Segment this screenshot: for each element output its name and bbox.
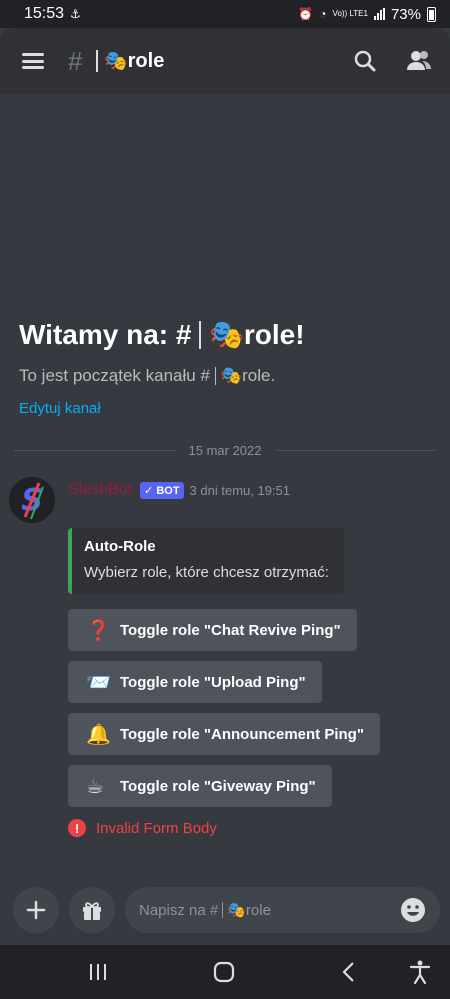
recent-apps-icon[interactable] bbox=[85, 959, 111, 985]
button-label: Toggle role "Chat Revive Ping" bbox=[120, 621, 341, 639]
battery-percent: 73% bbox=[390, 5, 421, 23]
error-icon: ! bbox=[68, 819, 86, 837]
wifi-icon: ◔ bbox=[319, 7, 327, 21]
placeholder-emoji: 🎭 bbox=[227, 902, 246, 919]
separator-line bbox=[14, 449, 175, 451]
welcome-subtitle: To jest początek kanału # 🎭 role. bbox=[19, 366, 275, 386]
toggle-chat-revive-button[interactable]: ❓ Toggle role "Chat Revive Ping" bbox=[68, 609, 357, 651]
envelope-icon: 📨 bbox=[86, 671, 111, 694]
welcome-title-emoji: 🎭 bbox=[208, 319, 244, 350]
cup-icon: ☕ bbox=[86, 775, 104, 798]
message-placeholder: Napisz na # 🎭 role bbox=[139, 901, 271, 920]
alarm-icon: ⏰ bbox=[298, 7, 314, 21]
error-text: Invalid Form Body bbox=[96, 819, 217, 837]
welcome-title: Witamy na: # 🎭 role! bbox=[19, 318, 305, 351]
hamburger-icon[interactable] bbox=[22, 53, 44, 69]
embed-title: Auto-Role bbox=[84, 538, 156, 555]
channel-name[interactable]: role bbox=[128, 50, 165, 73]
channel-divider bbox=[96, 50, 98, 72]
placeholder-prefix: Napisz na # bbox=[139, 901, 219, 919]
channel-header: # 🎭 role bbox=[0, 28, 450, 94]
date-label: 15 mar 2022 bbox=[188, 442, 262, 458]
hash-icon: # bbox=[68, 45, 83, 76]
bot-badge: ✓ BOT bbox=[140, 481, 184, 499]
members-icon[interactable] bbox=[406, 48, 432, 74]
accessibility-icon[interactable] bbox=[407, 959, 433, 985]
button-label: Toggle role "Giveway Ping" bbox=[120, 777, 316, 795]
home-icon[interactable] bbox=[211, 959, 237, 985]
toggle-announcement-button[interactable]: 🔔 Toggle role "Announcement Ping" bbox=[68, 713, 380, 755]
signal-icon bbox=[373, 8, 385, 20]
embed: Auto-Role Wybierz role, które chcesz otr… bbox=[68, 528, 344, 594]
date-separator: 15 mar 2022 bbox=[14, 441, 436, 459]
author-name[interactable]: SlashBot bbox=[68, 481, 132, 499]
emoji-icon[interactable] bbox=[400, 897, 426, 923]
placeholder-divider bbox=[222, 902, 224, 918]
welcome-title-suffix: role! bbox=[243, 318, 305, 350]
plus-icon[interactable] bbox=[13, 887, 59, 933]
welcome-subtitle-emoji: 🎭 bbox=[220, 366, 243, 385]
system-nav-bar bbox=[0, 945, 450, 999]
status-bar: 15:53 ⚓ ⏰ ◔ Vo)) LTE1 73% bbox=[0, 0, 450, 28]
question-icon: ❓ bbox=[86, 619, 111, 642]
search-icon[interactable] bbox=[352, 48, 378, 74]
toggle-upload-button[interactable]: 📨 Toggle role "Upload Ping" bbox=[68, 661, 322, 703]
button-label: Toggle role "Announcement Ping" bbox=[120, 725, 364, 743]
battery-icon bbox=[427, 6, 436, 22]
network-label: Vo)) LTE1 bbox=[332, 9, 368, 18]
back-icon[interactable] bbox=[336, 959, 362, 985]
message-input[interactable]: Napisz na # 🎭 role bbox=[125, 887, 440, 933]
message-timestamp: 3 dni temu, 19:51 bbox=[189, 482, 291, 498]
toggle-giveway-button[interactable]: ☕ Toggle role "Giveway Ping" bbox=[68, 765, 332, 807]
gift-icon[interactable] bbox=[69, 887, 115, 933]
avatar[interactable]: S bbox=[9, 477, 55, 523]
button-label: Toggle role "Upload Ping" bbox=[120, 673, 306, 691]
message-header: SlashBot ✓ BOT 3 dni temu, 19:51 bbox=[68, 481, 290, 499]
notification-icon: ⚓ bbox=[70, 7, 81, 21]
welcome-title-prefix: Witamy na: # bbox=[19, 318, 192, 350]
error-message: ! Invalid Form Body bbox=[68, 819, 217, 837]
welcome-subtitle-suffix: role. bbox=[242, 366, 276, 385]
subtitle-divider bbox=[214, 367, 216, 385]
channel-emoji: 🎭 bbox=[103, 51, 128, 72]
separator-line bbox=[275, 449, 436, 451]
title-divider bbox=[199, 320, 201, 349]
placeholder-suffix: role bbox=[245, 901, 271, 919]
welcome-subtitle-prefix: To jest początek kanału # bbox=[19, 366, 210, 385]
status-time: 15:53 bbox=[24, 5, 65, 22]
embed-description: Wybierz role, które chcesz otrzymać: bbox=[84, 564, 329, 581]
edit-channel-link[interactable]: Edytuj kanał bbox=[19, 400, 101, 417]
bell-icon: 🔔 bbox=[86, 723, 111, 746]
